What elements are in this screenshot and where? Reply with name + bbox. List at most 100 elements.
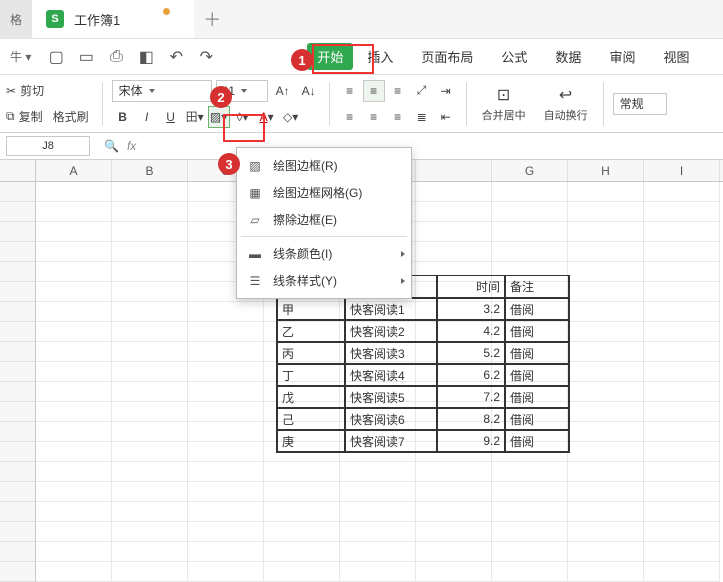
- table-cell[interactable]: 借阅: [505, 364, 569, 386]
- cell[interactable]: [188, 402, 264, 422]
- find-icon[interactable]: 🔍: [104, 139, 119, 153]
- cell[interactable]: [492, 222, 568, 242]
- cell[interactable]: [188, 362, 264, 382]
- cell[interactable]: [568, 462, 644, 482]
- cell[interactable]: [188, 422, 264, 442]
- cell[interactable]: [36, 302, 112, 322]
- row-header[interactable]: [0, 202, 36, 222]
- col-header[interactable]: [416, 160, 492, 181]
- cell[interactable]: [188, 522, 264, 542]
- menu-formula[interactable]: 公式: [487, 41, 541, 72]
- cell[interactable]: [112, 202, 188, 222]
- font-name-select[interactable]: 宋体: [112, 80, 212, 102]
- cell[interactable]: [36, 242, 112, 262]
- menu-draw-border[interactable]: ▨ 绘图边框(R): [237, 152, 411, 179]
- table-cell[interactable]: 快客阅读4: [345, 364, 437, 386]
- table-cell[interactable]: 快客阅读5: [345, 386, 437, 408]
- cell[interactable]: [416, 242, 492, 262]
- cell[interactable]: [112, 262, 188, 282]
- row-header[interactable]: [0, 482, 36, 502]
- table-cell[interactable]: 甲: [277, 298, 345, 320]
- qat-print-icon[interactable]: ⎙: [104, 45, 128, 69]
- table-cell[interactable]: 快客阅读3: [345, 342, 437, 364]
- italic-button[interactable]: I: [136, 106, 158, 128]
- cell[interactable]: [112, 422, 188, 442]
- cell[interactable]: [644, 422, 720, 442]
- align-left-icon[interactable]: ≡: [339, 106, 361, 128]
- qat-redo-icon[interactable]: ↷: [194, 45, 218, 69]
- bold-button[interactable]: B: [112, 106, 134, 128]
- wrap-text-button[interactable]: ↩ 自动换行: [538, 85, 594, 123]
- number-format-select[interactable]: 常规: [613, 93, 667, 115]
- menu-line-color[interactable]: ▬ 线条颜色(I): [237, 240, 411, 267]
- cell[interactable]: [416, 562, 492, 582]
- file-menu[interactable]: 牛 ▾: [6, 48, 35, 65]
- copy-button[interactable]: ⧉复制: [2, 106, 47, 128]
- cell[interactable]: [36, 262, 112, 282]
- cell[interactable]: [492, 202, 568, 222]
- cell[interactable]: [492, 542, 568, 562]
- cell[interactable]: [568, 302, 644, 322]
- cell[interactable]: [188, 562, 264, 582]
- cell[interactable]: [112, 442, 188, 462]
- table-cell[interactable]: 乙: [277, 320, 345, 342]
- menu-draw-border-grid[interactable]: ▦ 绘图边框网格(G): [237, 179, 411, 206]
- cell[interactable]: [568, 282, 644, 302]
- cell[interactable]: [112, 362, 188, 382]
- cell[interactable]: [36, 462, 112, 482]
- workbook-tab[interactable]: S 工作簿1: [32, 0, 194, 38]
- col-header[interactable]: A: [36, 160, 112, 181]
- table-cell[interactable]: 4.2: [437, 320, 505, 342]
- cell[interactable]: [644, 562, 720, 582]
- row-header[interactable]: [0, 502, 36, 522]
- cell[interactable]: [568, 242, 644, 262]
- menu-page-layout[interactable]: 页面布局: [407, 41, 487, 72]
- table-cell[interactable]: 快客阅读6: [345, 408, 437, 430]
- row-header[interactable]: [0, 342, 36, 362]
- cell[interactable]: [340, 482, 416, 502]
- cell[interactable]: [416, 522, 492, 542]
- align-right-icon[interactable]: ≡: [387, 106, 409, 128]
- cell[interactable]: [340, 522, 416, 542]
- cell[interactable]: [112, 242, 188, 262]
- row-header[interactable]: [0, 262, 36, 282]
- cell[interactable]: [644, 302, 720, 322]
- cell[interactable]: [188, 382, 264, 402]
- row-header[interactable]: [0, 282, 36, 302]
- cell[interactable]: [568, 362, 644, 382]
- table-cell[interactable]: 快客阅读2: [345, 320, 437, 342]
- row-header[interactable]: [0, 382, 36, 402]
- cell[interactable]: [340, 502, 416, 522]
- cell[interactable]: [644, 502, 720, 522]
- cell[interactable]: [36, 182, 112, 202]
- cell[interactable]: [568, 382, 644, 402]
- draw-border-dropdown[interactable]: ▨▾: [208, 106, 230, 128]
- cell[interactable]: [568, 322, 644, 342]
- cell[interactable]: [416, 462, 492, 482]
- cell[interactable]: [340, 542, 416, 562]
- row-header[interactable]: [0, 322, 36, 342]
- table-cell[interactable]: 己: [277, 408, 345, 430]
- cell[interactable]: [36, 502, 112, 522]
- cell[interactable]: [644, 242, 720, 262]
- cell[interactable]: [112, 402, 188, 422]
- menu-review[interactable]: 审阅: [595, 41, 649, 72]
- table-cell[interactable]: 借阅: [505, 386, 569, 408]
- cell[interactable]: [112, 522, 188, 542]
- distribute-icon[interactable]: ≣: [411, 106, 433, 128]
- row-header[interactable]: [0, 422, 36, 442]
- cell[interactable]: [568, 562, 644, 582]
- cell[interactable]: [568, 182, 644, 202]
- underline-button[interactable]: U: [160, 106, 182, 128]
- cell[interactable]: [36, 442, 112, 462]
- cell[interactable]: [36, 482, 112, 502]
- font-color-button[interactable]: A▾: [256, 106, 278, 128]
- format-painter-button[interactable]: 格式刷: [49, 106, 93, 128]
- cell[interactable]: [264, 562, 340, 582]
- cell[interactable]: [568, 262, 644, 282]
- cell[interactable]: [568, 342, 644, 362]
- cell[interactable]: [112, 562, 188, 582]
- cell[interactable]: [264, 542, 340, 562]
- cell[interactable]: [644, 362, 720, 382]
- cell[interactable]: [416, 502, 492, 522]
